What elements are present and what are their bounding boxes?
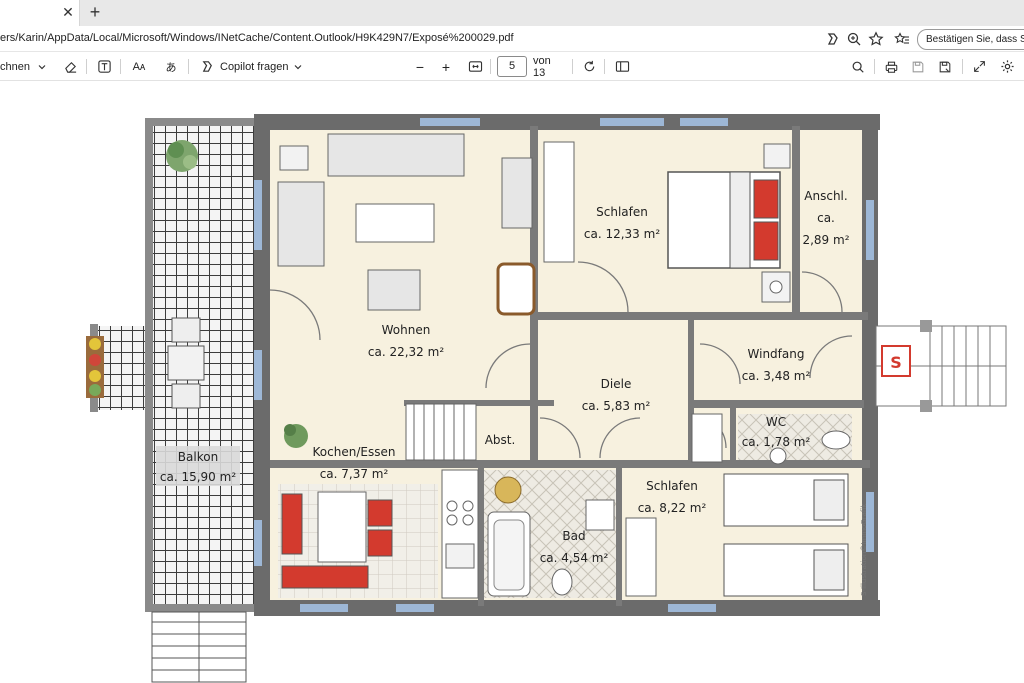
flower-box-icon bbox=[86, 336, 104, 398]
balcony-stairs bbox=[151, 611, 247, 683]
bathtub-icon bbox=[487, 511, 531, 597]
toolbar-divider bbox=[120, 59, 121, 74]
desk-chair-icon bbox=[496, 262, 536, 316]
url-text[interactable]: ers/Karin/AppData/Local/Microsoft/Window… bbox=[0, 32, 514, 44]
toilet-icon bbox=[551, 568, 573, 596]
copilot-icon[interactable] bbox=[198, 57, 216, 76]
washing-machine-icon bbox=[494, 476, 522, 504]
print-icon[interactable] bbox=[881, 57, 901, 76]
copilot-icon[interactable] bbox=[824, 30, 842, 48]
toolbar-divider bbox=[604, 59, 605, 74]
pdf-page: S Wohnen ca. 22,32 m² Schlafen ca. 12,33… bbox=[0, 81, 1024, 683]
nightstand bbox=[763, 143, 791, 169]
eraser-icon[interactable] bbox=[60, 57, 80, 76]
room-name-bad: Bad bbox=[562, 529, 585, 543]
zoom-icon[interactable] bbox=[845, 30, 863, 48]
rotate-icon[interactable] bbox=[579, 57, 599, 76]
room-area-balkon: ca. 15,90 m² bbox=[160, 470, 236, 484]
plant-icon bbox=[166, 140, 198, 172]
illustration-credit: S-Illustration©ImmoGrafik bbox=[860, 503, 868, 596]
balcony-railing-top bbox=[145, 118, 257, 126]
new-tab-button[interactable]: + bbox=[86, 2, 104, 22]
room-area-schlafen-2: ca. 8,22 m² bbox=[638, 501, 707, 515]
room-area-bad: ca. 4,54 m² bbox=[540, 551, 609, 565]
balcony-railing-bottom bbox=[145, 604, 257, 612]
room-name-wc: WC bbox=[766, 415, 786, 429]
room-name-abst: Abst. bbox=[485, 433, 516, 447]
svg-text:S: S bbox=[890, 353, 902, 372]
toilet-icon bbox=[821, 430, 851, 450]
room-area-diele: ca. 5,83 m² bbox=[582, 399, 651, 413]
pdf-toolbar: chnen Aᴀ あ Copilot fragen − + 5 von 13 bbox=[0, 52, 1024, 81]
page-number-input[interactable]: 5 bbox=[497, 56, 527, 77]
draw-button[interactable]: chnen bbox=[0, 57, 34, 76]
interior-stairs bbox=[405, 403, 477, 461]
page-total-label: von 13 bbox=[533, 54, 551, 79]
single-bed-icon bbox=[723, 543, 849, 597]
room-area-windfang: ca. 3,48 m² bbox=[742, 369, 811, 383]
room-area-schlafen-1: ca. 12,33 m² bbox=[584, 227, 660, 241]
room-name-diele: Diele bbox=[601, 377, 632, 391]
page-view-icon[interactable] bbox=[612, 57, 632, 76]
read-aloud-button[interactable]: Aᴀ bbox=[128, 57, 150, 76]
gear-icon[interactable] bbox=[997, 57, 1017, 76]
address-bar: ers/Karin/AppData/Local/Microsoft/Window… bbox=[0, 26, 1024, 52]
fullscreen-icon[interactable] bbox=[969, 57, 989, 76]
chevron-down-icon[interactable] bbox=[292, 57, 304, 76]
room-name-windfang: Windfang bbox=[748, 347, 805, 361]
toolbar-divider bbox=[874, 59, 875, 74]
floor-plan: S Wohnen ca. 22,32 m² Schlafen ca. 12,33… bbox=[86, 114, 1007, 683]
translate-button[interactable]: あ bbox=[160, 57, 182, 76]
room-name-schlafen-1: Schlafen bbox=[596, 205, 648, 219]
search-icon[interactable] bbox=[848, 57, 868, 76]
single-bed-icon bbox=[723, 473, 849, 527]
wardrobe bbox=[543, 141, 575, 263]
room-name-kochen: Kochen/Essen bbox=[313, 445, 396, 459]
active-tab[interactable]: ✕ bbox=[0, 0, 80, 26]
room-name-anschl: Anschl. bbox=[804, 189, 847, 203]
tab-strip: ✕ + bbox=[0, 0, 1024, 26]
copilot-ask-button[interactable]: Copilot fragen bbox=[220, 57, 290, 76]
room-abbr-anschl: ca. bbox=[817, 211, 835, 225]
washbasin-icon bbox=[761, 271, 791, 303]
confirm-identity-button[interactable]: Bestätigen Sie, dass Sie e bbox=[917, 29, 1024, 50]
save-as-icon[interactable] bbox=[935, 57, 955, 76]
balcony-table bbox=[167, 317, 205, 409]
close-tab-icon[interactable]: ✕ bbox=[60, 4, 76, 20]
zoom-in-button[interactable]: + bbox=[438, 57, 454, 76]
sparkasse-logo-icon: S bbox=[881, 345, 911, 377]
room-area-anschl: 2,89 m² bbox=[802, 233, 849, 247]
chevron-down-icon[interactable] bbox=[36, 57, 48, 76]
room-area-kochen: ca. 7,37 m² bbox=[320, 467, 389, 481]
text-box-icon[interactable] bbox=[94, 57, 114, 76]
kitchen-counter bbox=[441, 469, 479, 599]
toolbar-divider bbox=[572, 59, 573, 74]
favorites-icon[interactable] bbox=[893, 30, 911, 48]
star-icon[interactable] bbox=[867, 30, 885, 48]
zoom-out-button[interactable]: − bbox=[412, 57, 428, 76]
balcony-railing bbox=[145, 118, 153, 612]
room-name-schlafen-2: Schlafen bbox=[646, 479, 698, 493]
toolbar-divider bbox=[188, 59, 189, 74]
room-name-balkon: Balkon bbox=[178, 450, 218, 464]
double-bed-icon bbox=[667, 171, 781, 269]
diele-cabinet bbox=[691, 413, 723, 463]
toolbar-divider bbox=[86, 59, 87, 74]
fit-page-icon[interactable] bbox=[465, 57, 485, 76]
room-area-wohnen: ca. 22,32 m² bbox=[368, 345, 444, 359]
washbasin-icon bbox=[585, 499, 615, 531]
plant-icon bbox=[284, 424, 308, 448]
toolbar-divider bbox=[490, 59, 491, 74]
toolbar-divider bbox=[962, 59, 963, 74]
room-name-wohnen: Wohnen bbox=[382, 323, 431, 337]
save-icon[interactable] bbox=[908, 57, 928, 76]
washbasin-icon bbox=[769, 447, 787, 465]
room-area-wc: ca. 1,78 m² bbox=[742, 435, 811, 449]
wardrobe bbox=[625, 517, 657, 597]
